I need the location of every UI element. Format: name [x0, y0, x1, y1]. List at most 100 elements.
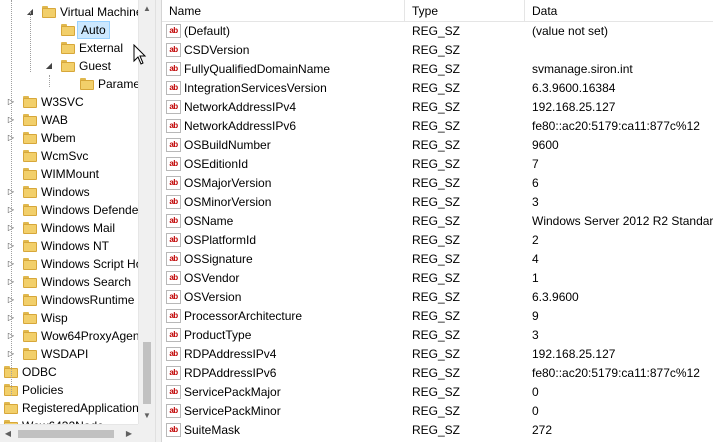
scroll-right-arrow-icon[interactable]: ▶ — [121, 425, 137, 442]
value-name: SuiteMask — [184, 423, 241, 437]
scroll-down-arrow-icon[interactable]: ▼ — [139, 407, 155, 424]
registry-key-tree[interactable]: ◢ Virtual Machine Auto External ◢ Guest Parame… — [0, 0, 155, 442]
table-row[interactable]: ab OSMajorVersion REG_SZ 6 — [162, 174, 713, 193]
table-row[interactable]: ab RDPAddressIPv6 REG_SZ fe80::ac20:5179:ca… — [162, 364, 713, 383]
tree-item[interactable]: ▷ Wisp — [0, 309, 138, 327]
string-value-icon: ab — [166, 309, 181, 323]
table-row[interactable]: ab ServicePackMajor REG_SZ 0 — [162, 383, 713, 402]
scroll-left-arrow-icon[interactable]: ◀ — [0, 425, 16, 442]
tree-item[interactable]: ▷ WAB — [0, 111, 138, 129]
table-row[interactable]: ab OSEditionId REG_SZ 7 — [162, 155, 713, 174]
folder-icon — [61, 42, 75, 54]
value-type: REG_SZ — [412, 423, 461, 437]
tree-item[interactable]: ▷ Wbem — [0, 129, 138, 147]
string-value-icon: ab — [166, 43, 181, 57]
tree-connector-line — [11, 0, 12, 396]
tree-item[interactable]: RegisteredApplications — [0, 399, 145, 417]
folder-icon — [23, 132, 37, 144]
value-data: 6.3.9600.16384 — [532, 81, 616, 95]
tree-item[interactable]: WIMMount — [0, 165, 138, 183]
scroll-up-arrow-icon[interactable]: ▲ — [139, 0, 155, 17]
table-row[interactable]: ab IntegrationServicesVersion REG_SZ 6.3.96… — [162, 79, 713, 98]
folder-icon — [23, 168, 37, 180]
tree-item-label: WAB — [41, 113, 68, 127]
tree-item[interactable]: External — [0, 39, 138, 57]
registry-values-list[interactable]: Name Type Data ab (Default) REG_SZ (value n… — [162, 0, 713, 442]
tree-item-label: Windows Script Ho — [41, 257, 143, 271]
expander-open-icon[interactable]: ◢ — [45, 57, 53, 75]
tree-item[interactable]: ◢ Guest — [0, 57, 138, 75]
value-name: OSVersion — [184, 290, 242, 304]
table-row[interactable]: ab RDPAddressIPv4 REG_SZ 192.168.25.127 — [162, 345, 713, 364]
string-value-icon: ab — [166, 385, 181, 399]
table-row[interactable]: ab OSPlatformId REG_SZ 2 — [162, 231, 713, 250]
string-value-icon: ab — [166, 176, 181, 190]
value-data: 3 — [532, 195, 539, 209]
tree-item[interactable]: ▷ODBC — [0, 363, 138, 381]
tree-item[interactable]: ◢ Virtual Machine — [0, 3, 143, 21]
table-row[interactable]: ab NetworkAddressIPv4 REG_SZ 192.168.25.127 — [162, 98, 713, 117]
table-row[interactable]: ab ServicePackMinor REG_SZ 0 — [162, 402, 713, 421]
tree-vertical-scroll-thumb[interactable] — [143, 342, 151, 404]
tree-item[interactable]: ▷ Windows Search — [0, 273, 138, 291]
string-value-icon: ab — [166, 24, 181, 38]
value-data: 0 — [532, 404, 539, 418]
value-data: 192.168.25.127 — [532, 347, 616, 361]
value-type: REG_SZ — [412, 290, 461, 304]
table-row[interactable]: ab NetworkAddressIPv6 REG_SZ fe80::ac20:517… — [162, 117, 713, 136]
column-header-data[interactable]: Data — [525, 0, 713, 22]
tree-item-label: Virtual Machine — [60, 5, 143, 19]
value-name: RDPAddressIPv6 — [184, 366, 277, 380]
tree-horizontal-scrollbar[interactable]: ◀ ▶ — [0, 424, 138, 442]
tree-connector-line — [49, 75, 50, 87]
table-row[interactable]: ab OSName REG_SZ Windows Server 2012 R2 Sta… — [162, 212, 713, 231]
tree-item-label: WIMMount — [41, 167, 100, 181]
tree-item[interactable]: ▷ Windows Script Ho — [0, 255, 142, 273]
tree-item[interactable]: ▷Policies — [0, 381, 138, 399]
tree-item[interactable]: ▷ WindowsRuntime — [0, 291, 138, 309]
value-data: 9 — [532, 309, 539, 323]
table-row[interactable]: ab CSDVersion REG_SZ — [162, 41, 713, 60]
table-row[interactable]: ab OSBuildNumber REG_SZ 9600 — [162, 136, 713, 155]
folder-icon — [42, 6, 56, 18]
tree-item[interactable]: Auto — [0, 21, 138, 39]
tree-horizontal-scroll-thumb[interactable] — [18, 430, 114, 438]
string-value-icon: ab — [166, 100, 181, 114]
value-name: CSDVersion — [184, 43, 250, 57]
tree-item[interactable]: ▷ W3SVC — [0, 93, 138, 111]
folder-icon — [61, 24, 75, 36]
value-name: ServicePackMinor — [184, 404, 281, 418]
tree-item[interactable]: ▷ Windows — [0, 183, 138, 201]
table-row[interactable]: ab ProductType REG_SZ 3 — [162, 326, 713, 345]
tree-item-label: External — [79, 41, 124, 55]
value-data: 6 — [532, 176, 539, 190]
column-header-name[interactable]: Name — [162, 0, 405, 22]
value-type: REG_SZ — [412, 366, 461, 380]
column-header-type[interactable]: Type — [405, 0, 525, 22]
tree-item[interactable]: ▷ Windows Defender — [0, 201, 142, 219]
tree-item-label: Auto — [77, 21, 110, 39]
tree-item[interactable]: Parameters — [0, 75, 155, 93]
value-rows: ab (Default) REG_SZ (value not set) ab CSDVer… — [162, 22, 713, 440]
table-row[interactable]: ab SuiteMask REG_SZ 272 — [162, 421, 713, 440]
value-data: 0 — [532, 385, 539, 399]
tree-item[interactable]: WcmSvc — [0, 147, 138, 165]
tree-item[interactable]: ▷ Windows NT — [0, 237, 138, 255]
tree-item-label: Policies — [22, 383, 64, 397]
tree-item[interactable]: ▷ Windows Mail — [0, 219, 138, 237]
string-value-icon: ab — [166, 271, 181, 285]
table-row[interactable]: ab OSMinorVersion REG_SZ 3 — [162, 193, 713, 212]
value-type: REG_SZ — [412, 100, 461, 114]
table-row[interactable]: ab (Default) REG_SZ (value not set) — [162, 22, 713, 41]
tree-item[interactable]: ▷ Wow64ProxyAgent — [0, 327, 143, 345]
tree-item[interactable]: ▷ WSDAPI — [0, 345, 138, 363]
pane-splitter[interactable] — [155, 0, 162, 442]
value-type: REG_SZ — [412, 214, 461, 228]
table-row[interactable]: ab FullyQualifiedDomainName REG_SZ svmanage… — [162, 60, 713, 79]
table-row[interactable]: ab OSVersion REG_SZ 6.3.9600 — [162, 288, 713, 307]
table-row[interactable]: ab ProcessorArchitecture REG_SZ 9 — [162, 307, 713, 326]
table-row[interactable]: ab OSSignature REG_SZ 4 — [162, 250, 713, 269]
folder-icon — [23, 222, 37, 234]
value-data: fe80::ac20:5179:ca11:877c%12 — [532, 119, 700, 133]
table-row[interactable]: ab OSVendor REG_SZ 1 — [162, 269, 713, 288]
